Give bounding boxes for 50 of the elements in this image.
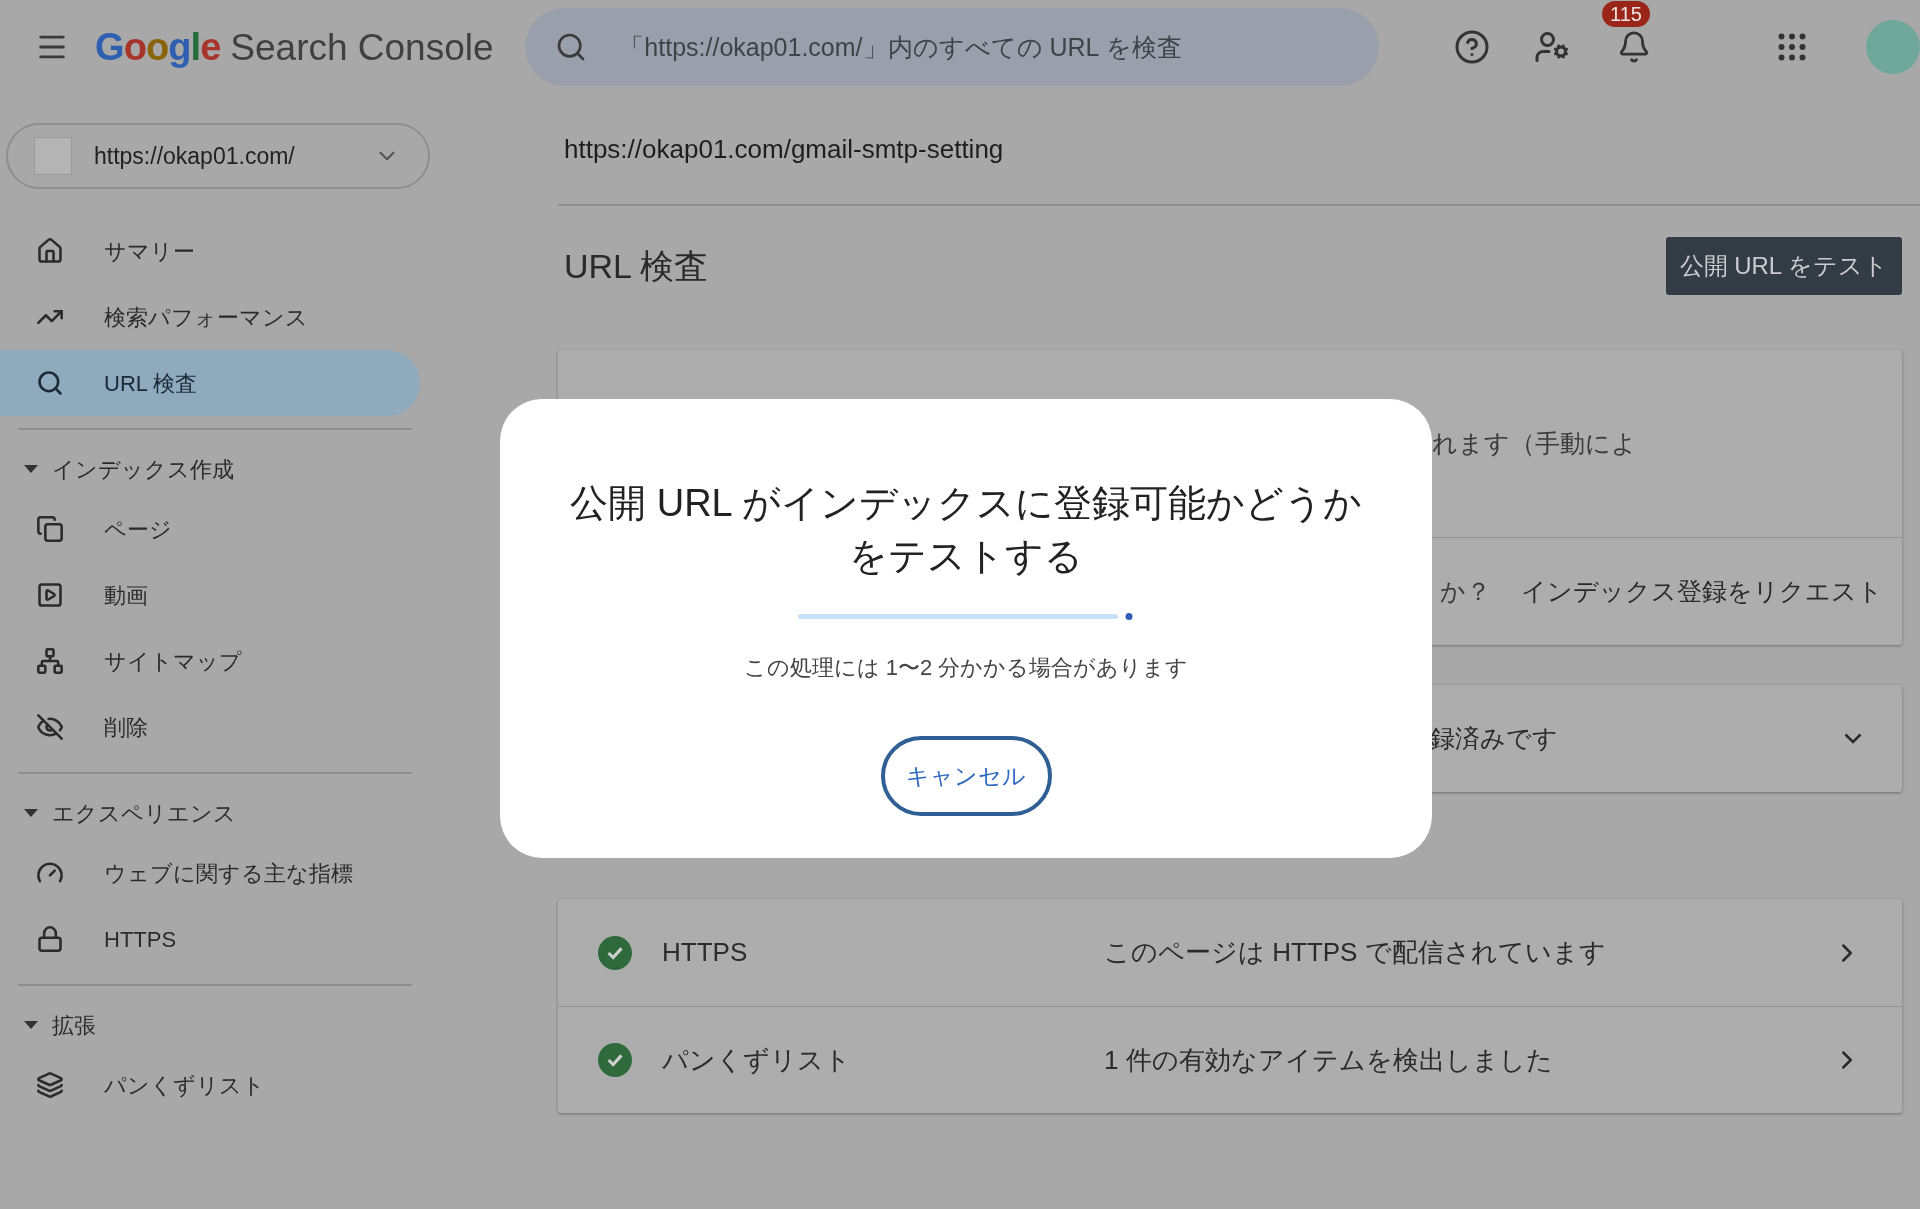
sitemap-icon: [36, 647, 64, 675]
enhancement-row[interactable]: パンくずリスト 1 件の有効なアイテムを検出しました: [558, 1006, 1902, 1113]
sidebar-item[interactable]: URL 検査: [0, 350, 420, 416]
expand-caret-icon: [24, 465, 38, 473]
layers-icon: [36, 1071, 64, 1099]
inspected-url: https://okap01.com/gmail-smtp-setting: [564, 132, 1004, 166]
sidebar-item[interactable]: 検索パフォーマンス: [0, 284, 420, 350]
index-question: か？: [1440, 575, 1491, 607]
property-url: https://okap01.com/: [94, 141, 296, 171]
enhancement-name: パンくずリスト: [662, 1043, 852, 1077]
sidebar-item[interactable]: ウェブに関する主な指標: [0, 840, 420, 906]
home-icon: [36, 237, 64, 265]
section-header[interactable]: 拡張: [0, 998, 440, 1052]
search-icon: [36, 369, 64, 397]
search-field[interactable]: 「https://okap01.com/」内のすべての URL を検査: [525, 8, 1379, 86]
coverage-status: 録済みです: [1430, 722, 1558, 754]
index-note: れます（手動によ: [1432, 427, 1637, 459]
property-avatar: [34, 137, 72, 175]
dialog-title: 公開 URL がインデックスに登録可能かどうかをテストする: [569, 481, 1363, 579]
pages-icon: [36, 515, 64, 543]
enhancement-status: このページは HTTPS で配信されています: [1104, 936, 1607, 969]
expand-caret-icon: [24, 809, 38, 817]
sidebar-item[interactable]: ページ: [0, 496, 420, 562]
expand-chevron-icon: [1844, 733, 1862, 744]
help-icon[interactable]: [1454, 29, 1490, 65]
enhancement-status: 1 件の有効なアイテムを検出しました: [1104, 1043, 1554, 1077]
hidden-eye-icon: [36, 713, 64, 741]
notification-count: 115: [1602, 1, 1650, 27]
sidebar-item[interactable]: サマリー: [0, 218, 420, 284]
video-icon: [36, 581, 64, 609]
cancel-button[interactable]: キャンセル: [880, 736, 1052, 816]
page-title: URL 検査: [564, 245, 709, 287]
account-settings-icon[interactable]: [1534, 29, 1570, 65]
logo-product: Search Console: [230, 25, 494, 70]
test-live-url-button[interactable]: 公開 URL をテスト: [1665, 237, 1902, 295]
sidebar-item[interactable]: HTTPS: [0, 906, 420, 972]
sidebar-item[interactable]: 動画: [0, 562, 420, 628]
dialog-message: この処理には 1〜2 分かかる場合があります: [743, 654, 1189, 682]
sidebar-item[interactable]: パンくずリスト: [0, 1052, 420, 1118]
section-header[interactable]: エクスペリエンス: [0, 786, 440, 840]
section-header[interactable]: インデックス作成: [0, 442, 440, 496]
sidebar-item[interactable]: サイトマップ: [0, 628, 420, 694]
logo-brand: Google: [95, 24, 221, 70]
property-selector[interactable]: https://okap01.com/: [6, 123, 430, 189]
lock-icon: [36, 925, 64, 953]
sidebar-item[interactable]: 削除: [0, 694, 420, 760]
enhancement-name: HTTPS: [662, 936, 749, 969]
expand-caret-icon: [24, 1021, 38, 1029]
enhancement-row[interactable]: HTTPS このページは HTTPS で配信されています: [558, 899, 1902, 1006]
request-indexing-link[interactable]: インデックス登録をリクエスト: [1521, 572, 1883, 611]
